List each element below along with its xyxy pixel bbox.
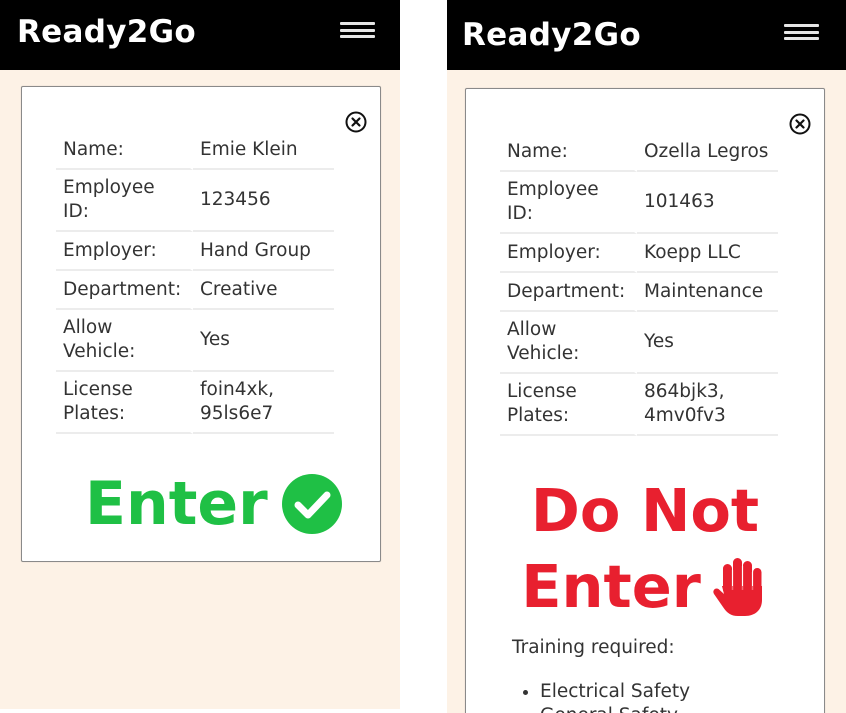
table-row: Department: Maintenance — [500, 273, 778, 312]
status-text: Enter — [85, 469, 268, 539]
field-label: Allow Vehicle: — [500, 312, 637, 374]
hamburger-menu-icon[interactable] — [340, 22, 375, 40]
list-item: Electrical Safety — [540, 680, 690, 704]
table-row: Name: Ozella Legros — [500, 133, 778, 172]
field-value: Emie Klein — [193, 131, 334, 170]
table-row: Employee ID: 123456 — [56, 170, 334, 232]
field-label: Name: — [56, 131, 193, 170]
navbar: Ready2Go — [0, 0, 400, 70]
field-label: Name: — [500, 133, 637, 172]
app-logo: Ready2Go — [17, 14, 196, 50]
field-label: Employee ID: — [56, 170, 193, 232]
field-value: Hand Group — [193, 232, 334, 271]
employee-card: Name: Emie Klein Employee ID: 123456 Emp… — [21, 86, 381, 562]
field-label: Department: — [56, 271, 193, 310]
field-value: 101463 — [637, 172, 778, 234]
list-item: General Safety — [540, 704, 690, 713]
hamburger-menu-icon[interactable] — [784, 24, 819, 42]
table-row: License Plates: foin4xk, 95ls6e7 — [56, 372, 334, 434]
status-text-line2-wrap: Enter — [521, 549, 769, 625]
field-value: Creative — [193, 271, 334, 310]
check-circle-icon — [281, 474, 342, 534]
training-list: Electrical Safety General Safety — [512, 680, 690, 713]
field-label: Employer: — [56, 232, 193, 271]
field-label: Allow Vehicle: — [56, 310, 193, 372]
field-value: Koepp LLC — [637, 234, 778, 273]
table-row: Name: Emie Klein — [56, 131, 334, 170]
status-text-line2: Enter — [521, 552, 701, 621]
close-circle-icon[interactable] — [789, 113, 811, 135]
table-row: Department: Creative — [56, 271, 334, 310]
close-circle-icon[interactable] — [345, 111, 367, 133]
screen-enter: Ready2Go Name: Emie Klein Employee ID: 1… — [0, 0, 400, 709]
field-label: License Plates: — [56, 372, 193, 434]
field-value: 123456 — [193, 170, 334, 232]
field-label: License Plates: — [500, 374, 637, 436]
field-value: 864bjk3, 4mv0fv3 — [637, 374, 778, 436]
field-value: Maintenance — [637, 273, 778, 312]
training-section: Training required: Electrical Safety Gen… — [512, 637, 690, 713]
field-value: Yes — [637, 312, 778, 374]
table-row: Employee ID: 101463 — [500, 172, 778, 234]
table-row: Employer: Koepp LLC — [500, 234, 778, 273]
table-row: Employer: Hand Group — [56, 232, 334, 271]
table-row: Allow Vehicle: Yes — [500, 312, 778, 374]
field-value: foin4xk, 95ls6e7 — [193, 372, 334, 434]
field-value: Ozella Legros — [637, 133, 778, 172]
field-value: Yes — [193, 310, 334, 372]
stop-hand-icon — [713, 558, 762, 616]
table-row: Allow Vehicle: Yes — [56, 310, 334, 372]
training-heading: Training required: — [512, 637, 675, 658]
status-do-not-enter: Do Not Enter — [466, 473, 824, 625]
navbar: Ready2Go — [447, 0, 846, 70]
field-label: Department: — [500, 273, 637, 312]
app-logo: Ready2Go — [462, 17, 641, 53]
field-label: Employee ID: — [500, 172, 637, 234]
employee-info-table: Name: Ozella Legros Employee ID: 101463 … — [500, 133, 778, 436]
status-enter: Enter — [85, 469, 342, 539]
screen-do-not-enter: Ready2Go Name: Ozella Legros Employee ID… — [447, 0, 846, 713]
field-label: Employer: — [500, 234, 637, 273]
status-text-line1: Do Not — [530, 476, 760, 545]
table-row: License Plates: 864bjk3, 4mv0fv3 — [500, 374, 778, 436]
employee-card: Name: Ozella Legros Employee ID: 101463 … — [465, 88, 825, 713]
employee-info-table: Name: Emie Klein Employee ID: 123456 Emp… — [56, 131, 334, 434]
